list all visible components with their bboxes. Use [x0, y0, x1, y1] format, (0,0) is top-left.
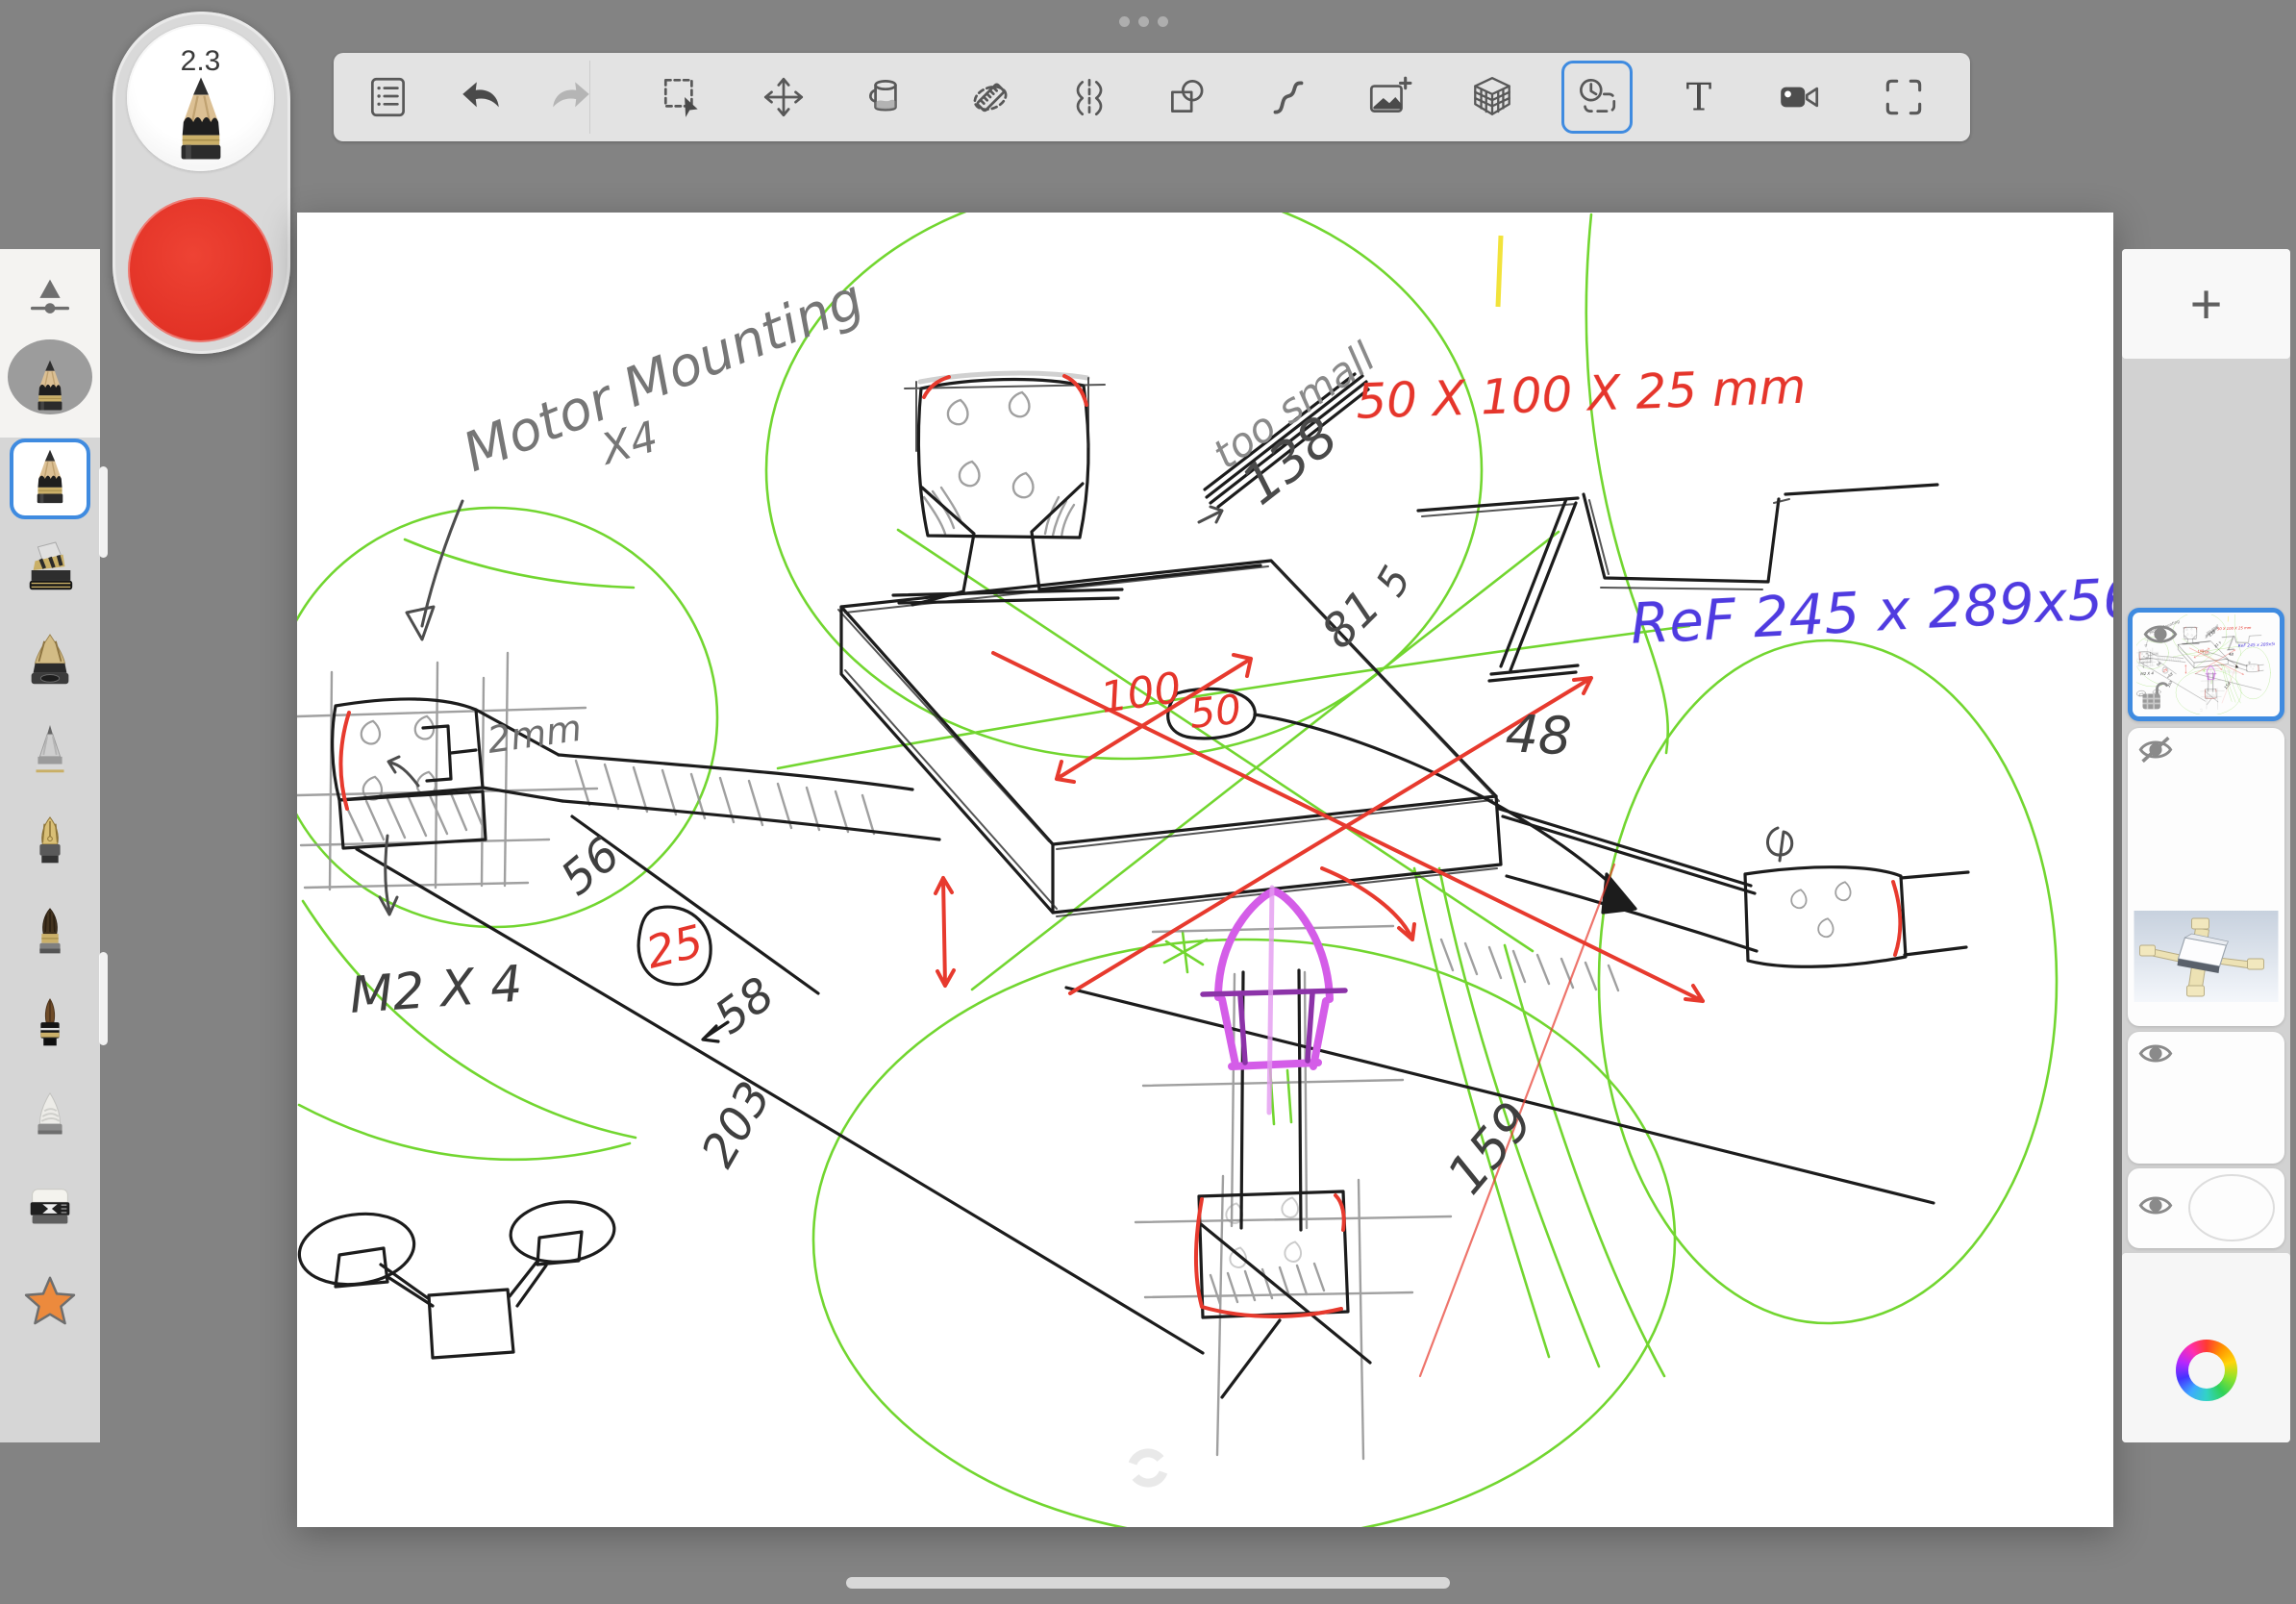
visibility-eye-off-icon[interactable] — [2137, 736, 2174, 764]
redo-icon[interactable] — [540, 66, 602, 128]
timelapse-icon[interactable] — [1565, 66, 1627, 128]
rail-scroll-thumb[interactable] — [99, 952, 108, 1045]
layer-item-3d-reference-hidden[interactable] — [2128, 728, 2284, 1026]
text-tool-icon[interactable]: T — [1668, 66, 1730, 128]
svg-text:T: T — [1686, 76, 1712, 120]
fullscreen-icon[interactable] — [1873, 66, 1934, 128]
grid-3d-icon[interactable] — [1461, 66, 1523, 128]
add-layer-label: + — [2190, 272, 2223, 337]
drone-sketch: Motor Mounting X4 too small 138 81 5 48 … — [297, 213, 2113, 1527]
home-indicator[interactable] — [846, 1577, 1450, 1589]
tool-current-pencil[interactable] — [0, 343, 100, 432]
add-layer-button[interactable]: + — [2122, 249, 2290, 359]
color-wheel-icon[interactable] — [2176, 1340, 2237, 1401]
main-toolbar: T — [334, 53, 1970, 141]
layer-item-empty[interactable] — [2128, 1032, 2284, 1164]
app-window: T 2.3 — [0, 0, 2296, 1604]
layer-item-sketch-active[interactable] — [2128, 608, 2284, 721]
undo-icon[interactable] — [450, 66, 512, 128]
stroke-size-slider-icon[interactable] — [0, 252, 100, 340]
rail-scroll-thumb[interactable] — [99, 466, 108, 558]
visibility-eye-icon[interactable] — [2142, 620, 2179, 649]
menu-icon[interactable] — [358, 66, 419, 128]
tool-chisel-marker[interactable] — [0, 526, 100, 614]
ellipse-thumbnail — [2128, 1168, 2284, 1248]
symmetry-icon[interactable] — [1059, 66, 1120, 128]
fill-bucket-icon[interactable] — [855, 66, 916, 128]
active-color-swatch[interactable] — [128, 197, 273, 342]
move-icon[interactable] — [753, 66, 814, 128]
tool-pencil-selected[interactable] — [0, 435, 100, 523]
layers-panel: + — [2122, 249, 2290, 1442]
tool-fineliner[interactable] — [0, 709, 100, 797]
tool-eraser[interactable] — [0, 1165, 100, 1254]
pencil-icon — [24, 449, 76, 509]
pencil-icon — [26, 360, 74, 415]
unlock-icon[interactable] — [2140, 680, 2169, 713]
tool-ink-brush[interactable] — [0, 891, 100, 980]
measure-icon[interactable] — [960, 66, 1021, 128]
layer-item-ellipse[interactable] — [2128, 1168, 2284, 1248]
tool-soft-pastel[interactable] — [0, 1074, 100, 1163]
video-icon[interactable] — [1769, 66, 1831, 128]
tool-paint-brush[interactable] — [0, 983, 100, 1071]
brush-size-value: 2.3 — [127, 45, 274, 78]
stroke-curve-icon[interactable] — [1258, 66, 1319, 128]
brush-size-preview[interactable]: 2.3 — [127, 24, 274, 171]
favorites-star-icon[interactable] — [0, 1257, 100, 1345]
pencil-preview-icon — [168, 76, 234, 168]
active-brush-capsule: 2.3 — [112, 12, 290, 354]
tool-fountain-pen[interactable] — [0, 800, 100, 889]
color-panel — [2122, 1253, 2290, 1442]
visibility-eye-icon[interactable] — [2137, 1040, 2174, 1068]
3d-render-thumbnail — [2134, 911, 2279, 1002]
drawing-canvas[interactable]: Motor Mounting X4 too small 138 81 5 48 … — [297, 213, 2113, 1527]
tool-rail — [0, 249, 100, 1442]
tool-airbrush[interactable] — [0, 617, 100, 706]
multitask-dots-icon[interactable] — [1119, 16, 1168, 27]
import-image-icon[interactable] — [1358, 66, 1419, 128]
shapes-icon[interactable] — [1157, 66, 1218, 128]
select-icon[interactable] — [652, 66, 713, 128]
